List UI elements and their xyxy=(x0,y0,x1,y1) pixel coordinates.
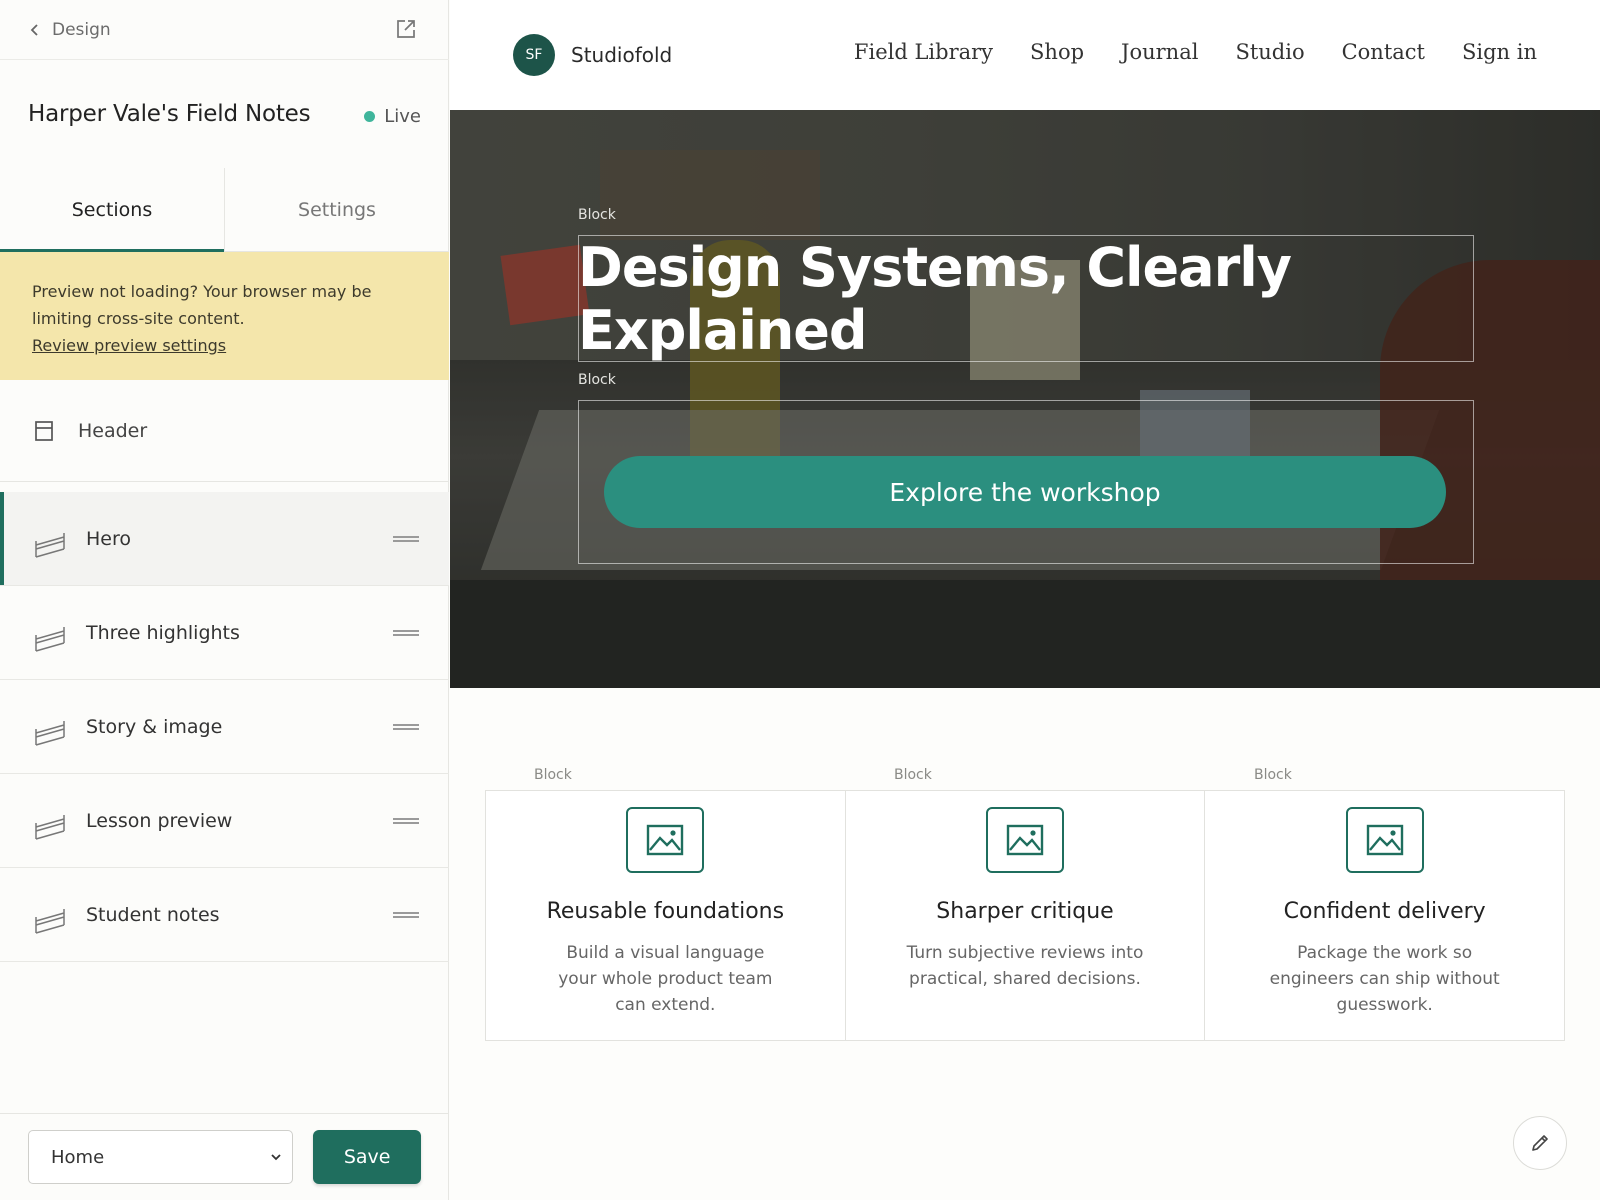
sidebar-footer: Home Save xyxy=(0,1113,449,1200)
brand[interactable]: SF Studiofold xyxy=(513,34,672,76)
site-nav: SF Studiofold Field Library Shop Journal… xyxy=(450,0,1600,110)
feature-title: Sharper critique xyxy=(936,899,1114,924)
nav-link-contact[interactable]: Contact xyxy=(1342,40,1425,64)
tab-sections[interactable]: Sections xyxy=(0,168,224,252)
section-stack-icon xyxy=(35,626,65,652)
drag-handle-icon[interactable] xyxy=(393,912,419,918)
section-item-student-notes[interactable]: Student notes xyxy=(0,868,449,962)
block-label: Block xyxy=(578,372,616,388)
section-label: Student notes xyxy=(86,903,220,926)
block-label: Block xyxy=(578,207,616,223)
image-placeholder-icon xyxy=(1345,807,1424,873)
nav-link-shop[interactable]: Shop xyxy=(1030,40,1084,64)
live-dot-icon xyxy=(364,111,376,122)
edit-button[interactable] xyxy=(1513,1116,1567,1170)
block-label: Block xyxy=(534,767,572,783)
image-placeholder-icon xyxy=(986,807,1064,873)
save-button[interactable]: Save xyxy=(313,1130,421,1184)
nav-link-studio[interactable]: Studio xyxy=(1235,40,1304,64)
preview-notice: Preview not loading? Your browser may be… xyxy=(0,252,449,380)
site-preview: SF Studiofold Field Library Shop Journal… xyxy=(450,0,1600,1200)
section-stack-icon xyxy=(35,720,65,746)
section-stack-icon xyxy=(35,814,65,840)
pencil-icon xyxy=(1532,1135,1548,1151)
section-label: Hero xyxy=(86,527,131,550)
section-label: Header xyxy=(78,419,148,442)
feature-title: Confident delivery xyxy=(1283,899,1486,924)
image-placeholder-icon xyxy=(626,807,705,873)
hero-overlay xyxy=(450,110,1600,688)
brand-name: Studiofold xyxy=(571,43,673,67)
feature-card[interactable]: Sharper critique Turn subjective reviews… xyxy=(844,791,1205,1040)
section-stack-icon xyxy=(35,908,65,934)
feature-card[interactable]: Reusable foundations Build a visual lang… xyxy=(486,791,845,1040)
status-label: Live xyxy=(384,106,421,127)
section-item-hero[interactable]: Hero xyxy=(0,492,449,586)
section-stack-icon xyxy=(35,532,65,558)
app-root: Design Harper Vale's Field Notes Live Se… xyxy=(0,0,1600,1200)
editor-sidebar: Design Harper Vale's Field Notes Live Se… xyxy=(0,0,449,1200)
nav-link-journal[interactable]: Journal xyxy=(1121,40,1198,64)
open-external-icon[interactable] xyxy=(395,18,417,40)
section-label: Story & image xyxy=(86,715,223,738)
chevron-left-icon xyxy=(30,23,38,36)
section-item-story-image[interactable]: Story & image xyxy=(0,680,449,774)
review-preview-settings-link[interactable]: Review preview settings xyxy=(32,336,226,355)
feature-body: Turn subjective reviews into practical, … xyxy=(906,943,1144,989)
status-badge: Live xyxy=(364,106,421,127)
sidebar-topbar: Design xyxy=(0,0,449,60)
chevron-down-icon xyxy=(271,1154,281,1161)
site-title-row: Harper Vale's Field Notes Live xyxy=(0,60,449,168)
section-label: Three highlights xyxy=(86,621,240,644)
notice-text: Preview not loading? Your browser may be… xyxy=(32,282,372,328)
highlights-section: Reusable foundations Build a visual lang… xyxy=(485,790,1565,1041)
nav-link-field-library[interactable]: Field Library xyxy=(854,40,993,64)
sidebar-tabs: Sections Settings xyxy=(0,168,449,252)
section-header[interactable]: Header xyxy=(0,380,449,482)
back-link-label: Design xyxy=(52,19,111,40)
feature-body: Build a visual language your whole produ… xyxy=(558,943,773,1015)
site-title: Harper Vale's Field Notes xyxy=(28,101,311,127)
hero-section: Block Design Systems, Clearly Explained … xyxy=(450,110,1600,688)
feature-body: Package the work so engineers can ship w… xyxy=(1269,943,1500,1015)
page-select[interactable]: Home xyxy=(28,1130,294,1184)
explore-workshop-button[interactable]: Explore the workshop xyxy=(604,456,1446,528)
block-label: Block xyxy=(894,767,932,783)
section-item-lesson-preview[interactable]: Lesson preview xyxy=(0,774,449,868)
feature-card[interactable]: Confident delivery Package the work so e… xyxy=(1204,791,1564,1040)
drag-handle-icon[interactable] xyxy=(393,630,419,636)
hero-title: Design Systems, Clearly Explained xyxy=(578,235,1292,362)
header-layout-icon xyxy=(35,420,53,441)
feature-title: Reusable foundations xyxy=(546,899,785,924)
section-item-three-highlights[interactable]: Three highlights xyxy=(0,586,449,680)
drag-handle-icon[interactable] xyxy=(393,818,419,824)
back-to-design-link[interactable]: Design xyxy=(28,20,111,40)
drag-handle-icon[interactable] xyxy=(393,536,419,542)
section-label: Lesson preview xyxy=(86,809,233,832)
page-select-value: Home xyxy=(51,1146,105,1168)
block-label: Block xyxy=(1254,767,1292,783)
nav-link-sign-in[interactable]: Sign in xyxy=(1462,40,1537,64)
nav-links: Field Library Shop Journal Studio Contac… xyxy=(854,40,1537,64)
tab-settings[interactable]: Settings xyxy=(224,168,449,251)
section-list: Header Hero Three highlights Story & ima… xyxy=(0,380,449,962)
brand-logo: SF xyxy=(513,34,555,76)
drag-handle-icon[interactable] xyxy=(393,724,419,730)
